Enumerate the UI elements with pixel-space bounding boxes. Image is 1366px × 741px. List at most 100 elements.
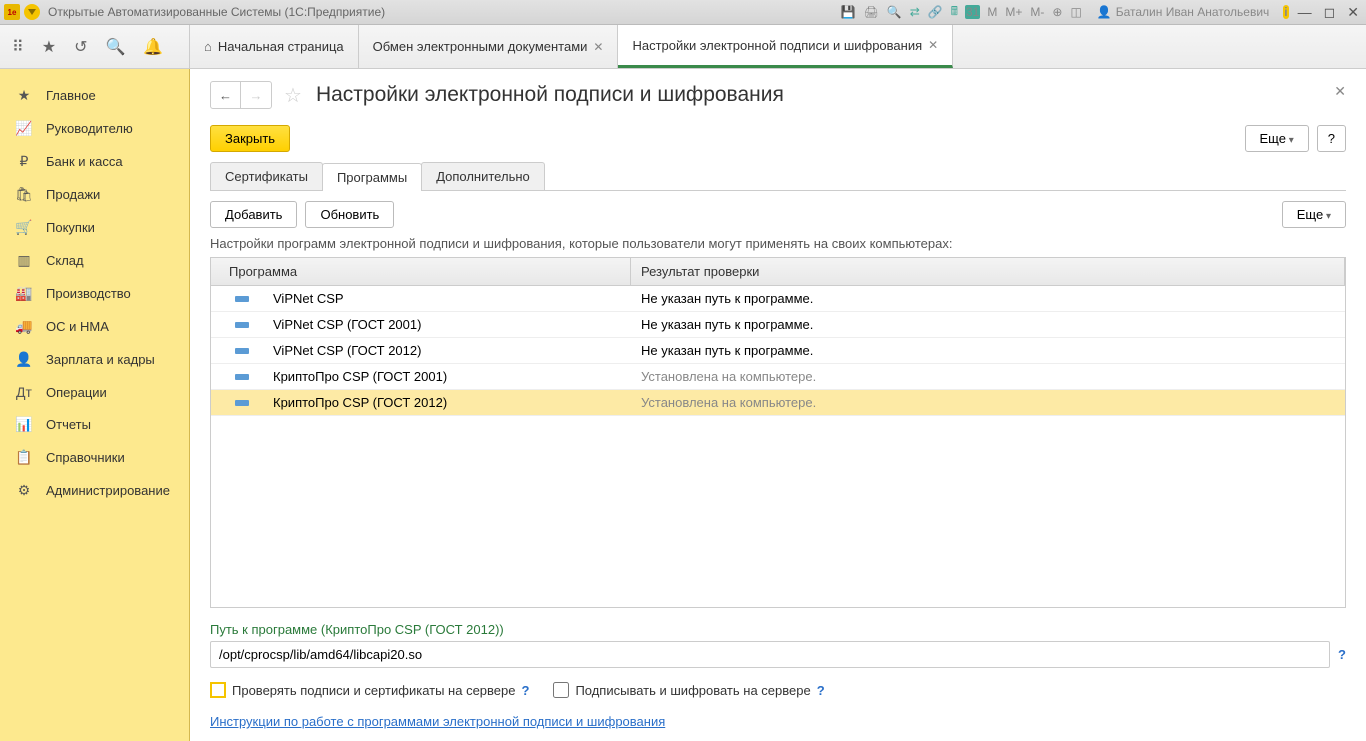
program-name: ViPNet CSP (ГОСТ 2001) (273, 317, 421, 332)
nav-buttons: ← → (210, 81, 272, 109)
tab-2[interactable]: Настройки электронной подписи и шифрован… (618, 25, 953, 68)
subtab-0[interactable]: Сертификаты (210, 162, 323, 190)
verify-checkbox-label[interactable]: Проверять подписи и сертификаты на серве… (210, 682, 529, 698)
col-result[interactable]: Результат проверки (631, 258, 1345, 285)
info-icon[interactable]: i (1283, 5, 1288, 19)
add-button[interactable]: Добавить (210, 201, 297, 228)
favorite-star-icon[interactable]: ☆ (284, 83, 302, 108)
content-pane: ✕ ← → ☆ Настройки электронной подписи и … (190, 69, 1366, 741)
app-menu-dropdown[interactable] (24, 4, 40, 20)
sign-label-text: Подписывать и шифровать на сервере (575, 683, 810, 698)
history-icon[interactable]: ↺ (74, 37, 87, 57)
minimize-button[interactable]: — (1295, 4, 1315, 20)
tab-close-icon[interactable]: ✕ (593, 40, 603, 54)
path-row: ? (210, 641, 1346, 668)
col-program[interactable]: Программа (211, 258, 631, 285)
subtab-1[interactable]: Программы (322, 163, 422, 191)
sidebar-item-3[interactable]: 🛍 Продажи (0, 178, 189, 211)
subtab-2[interactable]: Дополнительно (421, 162, 545, 190)
favorite-icon[interactable]: ★ (42, 37, 56, 57)
close-window-button[interactable]: ✕ (1344, 4, 1362, 21)
sidebar-label: Продажи (46, 187, 100, 202)
path-input[interactable] (210, 641, 1330, 668)
user-name: Баталин Иван Анатольевич (1115, 5, 1271, 19)
instructions-link[interactable]: Инструкции по работе с программами элект… (210, 714, 665, 729)
close-page-button[interactable]: ✕ (1334, 83, 1346, 100)
sidebar-item-2[interactable]: ₽Банк и касса (0, 145, 189, 178)
search-icon[interactable]: 🔍 (105, 37, 125, 57)
path-help-link[interactable]: ? (1338, 647, 1346, 662)
sidebar-label: Склад (46, 253, 84, 268)
table-row[interactable]: КриптоПро CSP (ГОСТ 2001)Установлена на … (211, 364, 1345, 390)
sidebar-item-10[interactable]: 📊Отчеты (0, 408, 189, 441)
sidebar-icon: 👤 (14, 351, 34, 368)
compare-icon[interactable]: ⇄ (909, 5, 921, 19)
panel-icon[interactable]: ◫ (1069, 5, 1082, 19)
save-icon[interactable]: 💾 (840, 5, 857, 19)
content-header: ← → ☆ Настройки электронной подписи и ши… (210, 81, 1346, 109)
sidebar-icon: ₽ (14, 153, 34, 170)
print-icon[interactable]: 🖨 (863, 5, 880, 19)
current-user[interactable]: 👤Баталин Иван Анатольевич (1095, 5, 1272, 19)
sidebar-item-8[interactable]: 👤Зарплата и кадры (0, 343, 189, 376)
sidebar-item-4[interactable]: 🛒Покупки (0, 211, 189, 244)
home-icon: ⌂ (204, 39, 212, 54)
sign-checkbox[interactable] (553, 682, 569, 698)
calendar-icon[interactable]: 31 (965, 5, 980, 19)
document-tabs: ⌂Начальная страницаОбмен электронными до… (190, 25, 953, 68)
sidebar-icon: 🚚 (14, 318, 34, 335)
sidebar-item-11[interactable]: 📋Справочники (0, 441, 189, 474)
bell-icon[interactable]: 🔔 (143, 37, 163, 57)
sidebar-item-1[interactable]: 📈Руководителю (0, 112, 189, 145)
sub-tabs: СертификатыПрограммыДополнительно (210, 162, 1346, 191)
sidebar-item-0[interactable]: ★Главное (0, 79, 189, 112)
table-row[interactable]: ViPNet CSP (ГОСТ 2001)Не указан путь к п… (211, 312, 1345, 338)
link-icon[interactable]: 🔗 (927, 5, 944, 19)
sidebar-icon: ▥ (14, 252, 34, 269)
main-area: ★Главное📈Руководителю₽Банк и касса 🛍 Прода… (0, 69, 1366, 741)
zoom-icon[interactable]: ⊕ (1051, 5, 1063, 19)
table-actions: Добавить Обновить Еще (210, 201, 1346, 228)
grid-header: Программа Результат проверки (211, 258, 1345, 286)
help-button[interactable]: ? (1317, 125, 1346, 152)
close-button[interactable]: Закрыть (210, 125, 290, 152)
tab-close-icon[interactable]: ✕ (928, 38, 938, 52)
m-minus-button[interactable]: M- (1029, 5, 1045, 19)
window-title: Открытые Автоматизированные Системы (1С:… (48, 5, 840, 19)
table-row[interactable]: ViPNet CSP (ГОСТ 2012)Не указан путь к п… (211, 338, 1345, 364)
sign-checkbox-label[interactable]: Подписывать и шифровать на сервере ? (553, 682, 824, 698)
main-toolbar: ⠿ ★ ↺ 🔍 🔔 ⌂Начальная страницаОбмен элект… (0, 25, 1366, 69)
sidebar-item-12[interactable]: ⚙Администрирование (0, 474, 189, 507)
table-row[interactable]: КриптоПро CSP (ГОСТ 2012)Установлена на … (211, 390, 1345, 416)
back-button[interactable]: ← (211, 82, 241, 108)
sidebar-label: Производство (46, 286, 131, 301)
sidebar-item-9[interactable]: ДтОперации (0, 376, 189, 408)
verify-help-link[interactable]: ? (521, 683, 529, 698)
sidebar-item-5[interactable]: ▥ Склад (0, 244, 189, 277)
program-name: КриптоПро CSP (ГОСТ 2012) (273, 395, 447, 410)
refresh-button[interactable]: Обновить (305, 201, 394, 228)
sidebar-nav: ★Главное📈Руководителю₽Банк и касса 🛍 Прода… (0, 69, 190, 741)
sidebar-item-6[interactable]: 🏭Производство (0, 277, 189, 310)
page-actions: Закрыть Еще ? (210, 125, 1346, 152)
table-row[interactable]: ViPNet CSPНе указан путь к программе. (211, 286, 1345, 312)
sidebar-label: Руководителю (46, 121, 133, 136)
programs-grid: Программа Результат проверки ViPNet CSPН… (210, 257, 1346, 608)
preview-icon[interactable]: 🔍 (886, 5, 903, 19)
forward-button[interactable]: → (241, 82, 271, 108)
sign-help-link[interactable]: ? (817, 683, 825, 698)
maximize-button[interactable]: ◻ (1321, 4, 1339, 21)
tab-0[interactable]: ⌂Начальная страница (190, 25, 359, 68)
verify-checkbox[interactable] (210, 682, 226, 698)
apps-grid-icon[interactable]: ⠿ (12, 37, 24, 57)
table-more-button[interactable]: Еще (1282, 201, 1346, 228)
sidebar-icon: 🛍 (14, 186, 34, 203)
m-plus-button[interactable]: M+ (1004, 5, 1023, 19)
check-result: Не указан путь к программе. (631, 286, 1345, 311)
calculator-icon[interactable]: 🖩 (950, 2, 959, 23)
sidebar-icon: 🛒 (14, 219, 34, 236)
sidebar-item-7[interactable]: 🚚ОС и НМА (0, 310, 189, 343)
m-button[interactable]: M (986, 5, 998, 19)
tab-1[interactable]: Обмен электронными документами✕ (359, 25, 619, 68)
more-button[interactable]: Еще (1245, 125, 1309, 152)
